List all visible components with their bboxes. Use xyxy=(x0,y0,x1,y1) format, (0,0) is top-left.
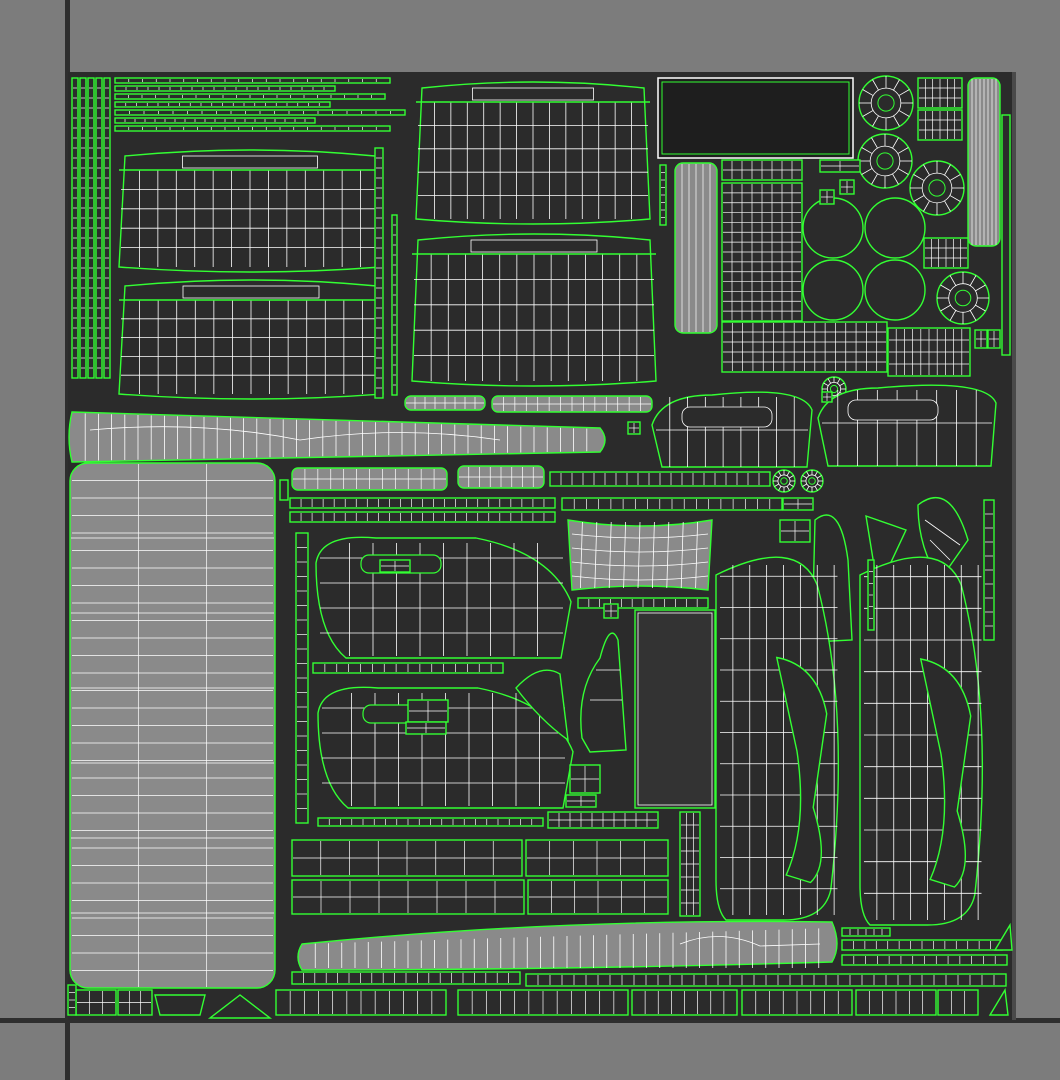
uv-island-cushion-bottom[interactable] xyxy=(297,920,838,971)
uv-island-cylinder-b[interactable] xyxy=(967,77,1001,247)
uv-island-long-strip-horizontal[interactable] xyxy=(68,411,606,463)
uv-island-vert-strips-left[interactable] xyxy=(279,479,309,824)
uv-island-seat-back-mid-center[interactable] xyxy=(411,233,657,387)
uv-wireframe-layer[interactable] xyxy=(0,0,1060,1080)
uv-island-bottom-grid-blocks[interactable] xyxy=(291,839,669,915)
uv-island-top-thin-strips[interactable] xyxy=(114,77,406,132)
uv-editor-viewport[interactable] xyxy=(0,0,1060,1080)
uv-island-seat-back-top-center[interactable] xyxy=(415,81,651,225)
uv-island-seat-back-mid-left[interactable] xyxy=(118,279,384,400)
uv-island-headrest-right-a[interactable] xyxy=(651,391,813,468)
uv-island-right-rod[interactable] xyxy=(1001,114,1011,356)
uv-island-cylinder-a[interactable] xyxy=(674,162,718,334)
uv-island-armrest-left-upper[interactable] xyxy=(315,536,572,659)
uv-island-left-strips[interactable] xyxy=(71,77,111,379)
uv-island-side-panel-right-a[interactable] xyxy=(715,556,840,921)
uv-island-seat-back-top-left[interactable] xyxy=(118,149,382,273)
uv-island-dark-panel-center[interactable] xyxy=(634,609,716,809)
uv-island-dark-panel-top-right[interactable] xyxy=(657,77,854,159)
uv-island-side-panel-right-b[interactable] xyxy=(859,556,984,926)
uv-island-headrest-right-b[interactable] xyxy=(817,384,997,467)
uv-island-curved-mesh[interactable] xyxy=(567,519,713,591)
uv-island-large-gray-panel[interactable] xyxy=(69,462,276,989)
